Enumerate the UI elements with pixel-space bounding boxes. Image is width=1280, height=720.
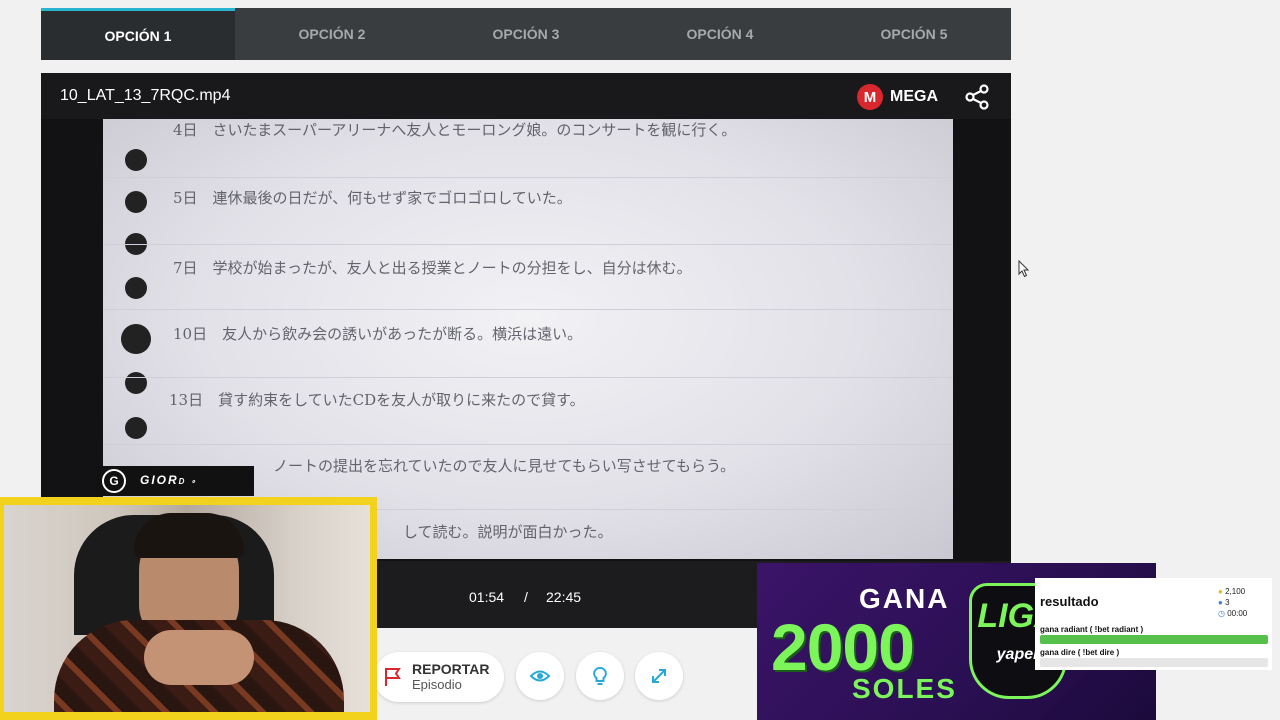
binder-hole (125, 149, 147, 171)
webcam-nameplate: G GIORD ∘ (96, 466, 254, 496)
lightbulb-icon (593, 667, 607, 685)
share-icon[interactable] (963, 83, 991, 111)
video-text-line: 4日 さいたまスーパーアリーナへ友人とモーロング娘。のコンサートを観に行く。 (173, 121, 737, 139)
video-text-line: 13日 貸す約束をしていたCDを友人が取りに来たので貸す。 (169, 391, 585, 409)
expand-icon (652, 669, 666, 683)
binder-hole (125, 417, 147, 439)
total-time: 22:45 (546, 589, 582, 605)
prediction-poll: resultado ● 2,100 ● 3 ◷ 00:00 gana radia… (1035, 578, 1272, 670)
poll-option-1: gana radiant ( !bet radiant ) (1040, 625, 1144, 634)
ruled-line (103, 309, 953, 310)
ruled-line (103, 177, 953, 178)
poll-stats: ● 2,100 ● 3 ◷ 00:00 (1218, 587, 1248, 618)
mega-icon: M (857, 84, 883, 110)
binder-hole (121, 324, 151, 354)
streamer-name: GIORD ∘ (140, 473, 198, 487)
ruled-line (103, 444, 953, 445)
users-icon: ● (1218, 598, 1223, 607)
video-text-line: 7日 学校が始まったが、友人と出る授業とノートの分担をし、自分は休む。 (173, 259, 692, 277)
tab-opcion-1[interactable]: OPCIÓN 1 (41, 8, 235, 60)
tab-opcion-2[interactable]: OPCIÓN 2 (235, 8, 429, 60)
webcam-frame (0, 497, 377, 720)
coin-icon: ● (1218, 587, 1223, 596)
poll-bar-2-track (1040, 658, 1268, 667)
server-tabs: OPCIÓN 1 OPCIÓN 2 OPCIÓN 3 OPCIÓN 4 OPCI… (41, 8, 1011, 60)
view-button[interactable] (516, 652, 564, 700)
streamer-hands (144, 630, 254, 685)
clock-icon: ◷ (1218, 609, 1225, 618)
report-title: REPORTAR (412, 661, 490, 677)
poll-title: resultado (1040, 594, 1099, 609)
streamer-hair (134, 513, 244, 558)
streamer-logo: G (102, 469, 126, 493)
mouse-cursor-icon (1018, 260, 1030, 278)
video-text-line: 5日 連休最後の日だが、何もせず家でゴロゴロしていた。 (173, 189, 572, 207)
promo-line-3: SOLES (852, 673, 957, 704)
tab-opcion-4[interactable]: OPCIÓN 4 (623, 8, 817, 60)
current-time: 01:54 (469, 589, 505, 605)
poll-option-2: gana dire ( !bet dire ) (1040, 648, 1120, 657)
player-header: 10_LAT_13_7RQC.mp4 M MEGA (41, 73, 1011, 119)
ruled-line (103, 377, 953, 378)
tab-opcion-5[interactable]: OPCIÓN 5 (817, 8, 1011, 60)
ruled-line (103, 244, 953, 245)
binder-hole (125, 277, 147, 299)
video-text-line: 10日 友人から飲み会の誘いがあったが断る。横浜は遠い。 (173, 325, 583, 343)
mega-link[interactable]: M MEGA (857, 84, 938, 110)
binder-hole (125, 191, 147, 213)
poll-bar-1-fill (1040, 635, 1268, 644)
mega-label: MEGA (890, 88, 938, 105)
expand-button[interactable] (635, 652, 683, 700)
video-text-line: して読む。説明が面白かった。 (403, 523, 613, 541)
light-button[interactable] (576, 652, 624, 700)
poll-bar-1-track (1040, 635, 1268, 644)
webcam-feed (4, 505, 370, 712)
eye-icon (529, 670, 551, 682)
time-separator: / (524, 589, 528, 605)
binder-hole (125, 372, 147, 394)
tab-opcion-3[interactable]: OPCIÓN 3 (429, 8, 623, 60)
report-button[interactable]: REPORTAR Episodio (374, 652, 504, 702)
flag-icon (385, 668, 401, 686)
video-text-line: ノートの提出を忘れていたので友人に見せてもらい写させてもらう。 (273, 457, 736, 475)
report-subtitle: Episodio (412, 677, 462, 692)
video-filename: 10_LAT_13_7RQC.mp4 (60, 87, 231, 104)
